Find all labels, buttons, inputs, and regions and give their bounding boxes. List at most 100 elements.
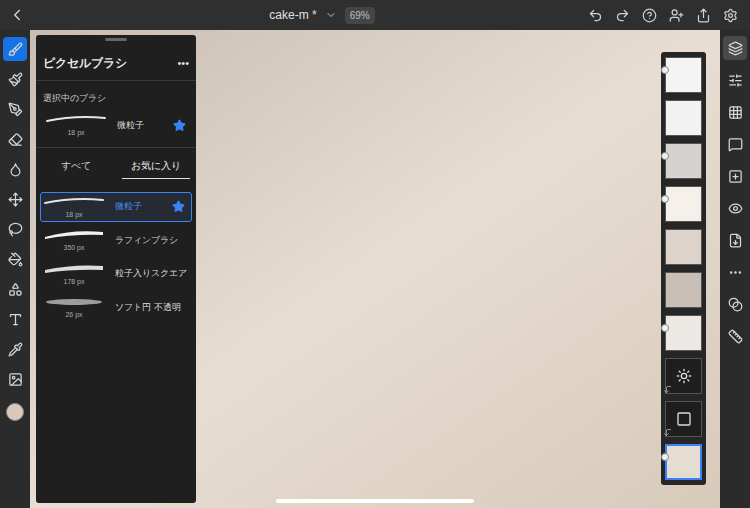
tool-button[interactable] xyxy=(3,97,27,121)
layer[interactable] xyxy=(664,400,704,438)
canvas-area: ピクセルブラシ•••選択中のブラシ18 px微粒子すべてお気に入り18 px微粒… xyxy=(30,30,720,508)
help-icon[interactable] xyxy=(642,8,657,23)
brush-name: ラフィンブラシ xyxy=(115,234,191,248)
panel-icon xyxy=(728,297,743,312)
layer-marker xyxy=(661,152,669,160)
panel-button[interactable] xyxy=(723,324,747,348)
tool-icon xyxy=(8,252,23,267)
panel-icon xyxy=(728,105,743,120)
tool-icon xyxy=(8,72,23,87)
layers-panel xyxy=(661,52,706,485)
tool-button[interactable] xyxy=(3,37,27,61)
layer[interactable] xyxy=(664,357,704,395)
panel-button[interactable] xyxy=(723,228,747,252)
panel-button[interactable] xyxy=(723,164,747,188)
redo-icon[interactable] xyxy=(615,8,630,23)
clip-icon xyxy=(663,385,672,394)
left-toolbar xyxy=(0,30,30,508)
document-title[interactable]: cake-m * xyxy=(269,6,316,24)
panel-icon xyxy=(728,73,743,88)
brush-name: ソフト円 不透明 xyxy=(115,301,191,315)
tool-button[interactable] xyxy=(3,157,27,181)
layer[interactable] xyxy=(664,185,704,223)
top-bar: cake-m * 69% xyxy=(0,0,750,30)
layer-marker xyxy=(661,324,669,332)
panel-icon xyxy=(728,169,743,184)
selected-label: 選択中のブラシ xyxy=(43,93,106,103)
layer[interactable] xyxy=(664,142,704,180)
brush-panel: ピクセルブラシ•••選択中のブラシ18 px微粒子すべてお気に入り18 px微粒… xyxy=(36,35,196,503)
brush-tabs: すべてお気に入り xyxy=(36,147,196,179)
app: cake-m * 69% ピクセルブラシ ••• 選択中のブラシ 18 px微粒子すべてお… xyxy=(0,0,750,508)
tool-icon xyxy=(8,342,23,357)
undo-icon[interactable] xyxy=(588,8,603,23)
panel-button[interactable] xyxy=(723,292,747,316)
brush-row[interactable]: 18 px微粒子 xyxy=(40,192,192,223)
panel-icon xyxy=(728,137,743,152)
panel-button[interactable] xyxy=(723,260,747,284)
panel-icon xyxy=(728,233,743,248)
brush-stroke-icon xyxy=(45,112,107,128)
tool-button[interactable] xyxy=(3,187,27,211)
panel-icon xyxy=(728,265,743,280)
brush-row[interactable]: 26 pxソフト円 不透明 xyxy=(40,292,192,323)
panel-button[interactable] xyxy=(723,68,747,92)
layer-marker xyxy=(661,66,669,74)
invite-icon[interactable] xyxy=(669,8,684,23)
right-toolbar xyxy=(720,30,750,508)
star-icon[interactable] xyxy=(173,119,186,132)
home-indicator xyxy=(276,499,474,503)
brush-stroke-icon xyxy=(43,227,105,243)
tool-button[interactable] xyxy=(3,217,27,241)
panel-button[interactable] xyxy=(723,196,747,220)
tool-button[interactable] xyxy=(3,67,27,91)
panel-button[interactable] xyxy=(723,36,747,60)
zoom-badge: 69% xyxy=(345,7,375,24)
brush-name: 粒子入りスクエア xyxy=(115,267,191,281)
brush-stroke-icon xyxy=(43,294,105,310)
brush-name: 微粒子 xyxy=(115,200,172,214)
layer[interactable] xyxy=(664,99,704,137)
panel-title: ピクセルブラシ xyxy=(43,54,127,72)
layer[interactable] xyxy=(664,56,704,94)
brush-row[interactable]: 178 px粒子入りスクエア xyxy=(40,259,192,290)
chevron-down-icon[interactable] xyxy=(325,9,337,21)
layer[interactable] xyxy=(664,314,704,352)
tool-icon xyxy=(8,102,23,117)
tool-icon xyxy=(8,312,23,327)
brush-stroke-icon xyxy=(43,261,105,277)
tool-button[interactable] xyxy=(3,367,27,391)
panel-button[interactable] xyxy=(723,132,747,156)
tool-icon xyxy=(8,162,23,177)
tab[interactable]: お気に入り xyxy=(122,148,190,179)
panel-menu[interactable]: ••• xyxy=(177,55,189,72)
tool-button[interactable] xyxy=(3,247,27,271)
layer[interactable] xyxy=(664,228,704,266)
tab[interactable]: すべて xyxy=(42,148,110,179)
layer[interactable] xyxy=(664,443,704,481)
layer-marker xyxy=(661,453,669,461)
tool-icon xyxy=(8,132,23,147)
layer[interactable] xyxy=(664,271,704,309)
panel-button[interactable] xyxy=(723,100,747,124)
tool-button[interactable] xyxy=(3,127,27,151)
layer-marker xyxy=(661,195,669,203)
selected-brush-name: 微粒子 xyxy=(117,119,173,133)
tool-icon xyxy=(8,372,23,387)
panel-icon xyxy=(728,41,743,56)
panel-icon xyxy=(728,329,743,344)
levels-icon xyxy=(676,411,692,427)
brush-row[interactable]: 350 pxラフィンブラシ xyxy=(40,225,192,256)
panel-icon xyxy=(728,201,743,216)
share-icon[interactable] xyxy=(696,8,711,23)
tool-button[interactable] xyxy=(3,337,27,361)
tool-button[interactable] xyxy=(3,277,27,301)
star-icon[interactable] xyxy=(172,200,185,213)
back-icon[interactable] xyxy=(8,6,26,24)
gear-icon[interactable] xyxy=(723,8,738,23)
tool-icon xyxy=(8,192,23,207)
tool-button[interactable] xyxy=(3,307,27,331)
color-swatch[interactable] xyxy=(6,403,24,421)
tool-icon xyxy=(8,282,23,297)
brush-stroke-icon xyxy=(43,194,105,210)
